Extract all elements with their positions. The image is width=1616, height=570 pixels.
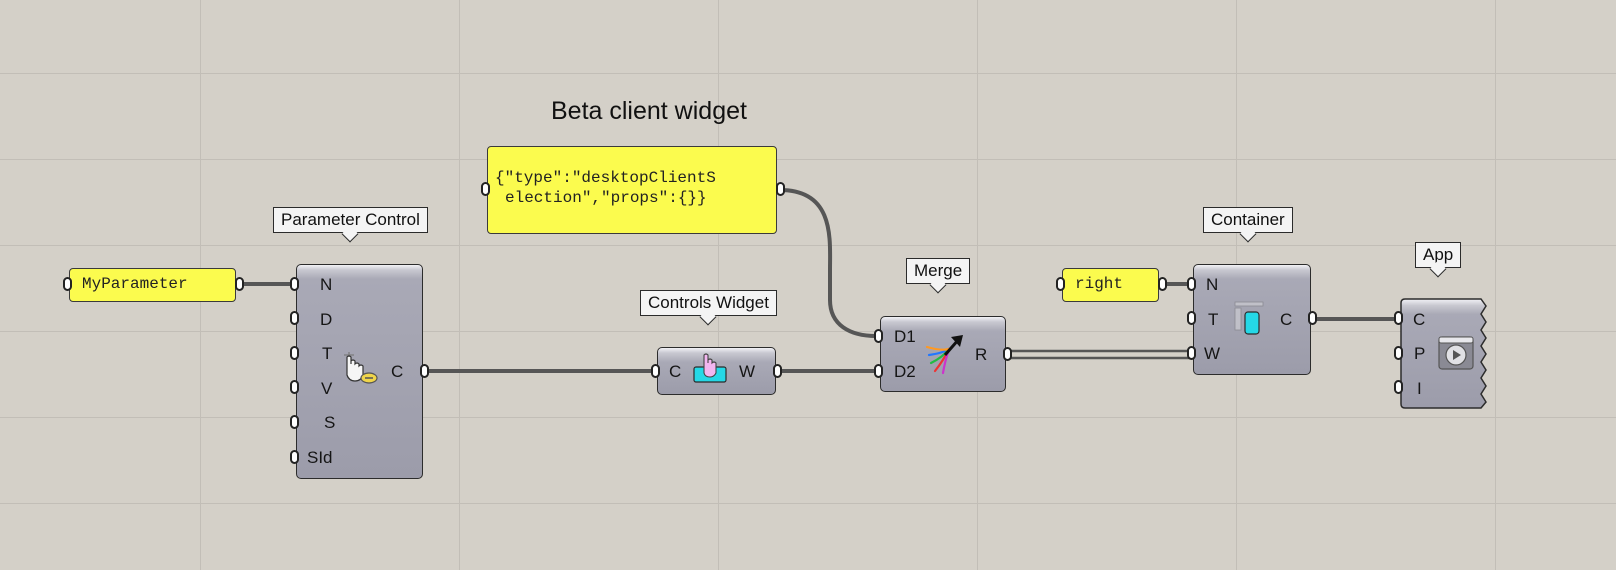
json-panel-input-grip[interactable]	[481, 182, 490, 196]
controls-widget-grip-w[interactable]	[773, 364, 782, 378]
controls-widget-output-w: W	[739, 362, 756, 381]
right-panel-input-grip[interactable]	[1056, 277, 1065, 291]
parameter-panel-text: MyParameter	[82, 275, 188, 293]
app-input-p: P	[1414, 344, 1426, 363]
app-grip-p[interactable]	[1394, 346, 1403, 360]
parameter-control-grip-s[interactable]	[290, 415, 299, 429]
container-input-t: T	[1208, 310, 1219, 329]
wire-json-to-merge	[778, 188, 878, 338]
controls-widget-input-c: C	[669, 362, 682, 381]
merge-grip-d2[interactable]	[874, 364, 883, 378]
right-panel-text: right	[1075, 275, 1124, 293]
container-input-n: N	[1206, 275, 1219, 294]
parameter-control-input-d: D	[320, 310, 333, 329]
right-panel-output-grip[interactable]	[1158, 277, 1167, 291]
parameter-control-input-t: T	[322, 344, 333, 363]
parameter-control-input-v: V	[321, 379, 333, 398]
app-grip-c[interactable]	[1394, 311, 1403, 325]
app-input-i: I	[1417, 379, 1422, 398]
parameter-panel-input-grip[interactable]	[63, 277, 72, 291]
container-tag: Container	[1203, 207, 1293, 233]
merge-grip-r[interactable]	[1003, 347, 1012, 361]
parameter-control-grip-v[interactable]	[290, 380, 299, 394]
container-output-c: C	[1280, 310, 1293, 329]
container-grip-c[interactable]	[1308, 311, 1317, 325]
parameter-control-grip-t[interactable]	[290, 346, 299, 360]
parameter-control-input-n: N	[320, 275, 333, 294]
parameter-control-grip-n[interactable]	[290, 277, 299, 291]
merge-output-r: R	[975, 345, 988, 364]
merge-grip-d1[interactable]	[874, 329, 883, 343]
app-grip-i[interactable]	[1394, 380, 1403, 394]
merge-input-d1: D1	[894, 327, 916, 346]
container-grip-t[interactable]	[1187, 311, 1196, 325]
parameter-control-input-sid: SId	[307, 448, 333, 467]
parameter-control-tag: Parameter Control	[273, 207, 428, 233]
json-panel-line1: {"type":"desktopClientS	[495, 169, 716, 187]
parameter-control-grip-sid[interactable]	[290, 450, 299, 464]
json-panel[interactable]: {"type":"desktopClientS election","props…	[487, 146, 777, 234]
json-panel-line2: election","props":{}}	[505, 189, 707, 207]
parameter-panel-output-grip[interactable]	[235, 277, 244, 291]
merge-arrows-icon	[925, 335, 963, 375]
container-icon	[1234, 301, 1264, 335]
parameter-control-grip-c[interactable]	[420, 364, 429, 378]
json-panel-output-grip[interactable]	[776, 182, 785, 196]
parameter-control-grip-d[interactable]	[290, 311, 299, 325]
parameter-control-input-s: S	[324, 413, 336, 432]
controls-widget-grip-c[interactable]	[651, 364, 660, 378]
right-panel[interactable]: right	[1062, 268, 1159, 302]
app-input-c: C	[1413, 310, 1426, 329]
hand-key-icon	[344, 352, 378, 384]
app-play-icon	[1438, 336, 1474, 370]
controls-widget-tag: Controls Widget	[640, 290, 777, 316]
container-grip-w[interactable]	[1187, 346, 1196, 360]
hand-tray-icon	[693, 353, 727, 383]
app-tag: App	[1415, 242, 1462, 268]
merge-input-d2: D2	[894, 362, 916, 381]
parameter-panel[interactable]: MyParameter	[69, 268, 236, 302]
container-input-w: W	[1204, 344, 1221, 363]
merge-tag: Merge	[906, 258, 971, 284]
parameter-control-output-c: C	[391, 362, 404, 381]
group-title: Beta client widget	[551, 97, 747, 125]
container-grip-n[interactable]	[1187, 277, 1196, 291]
